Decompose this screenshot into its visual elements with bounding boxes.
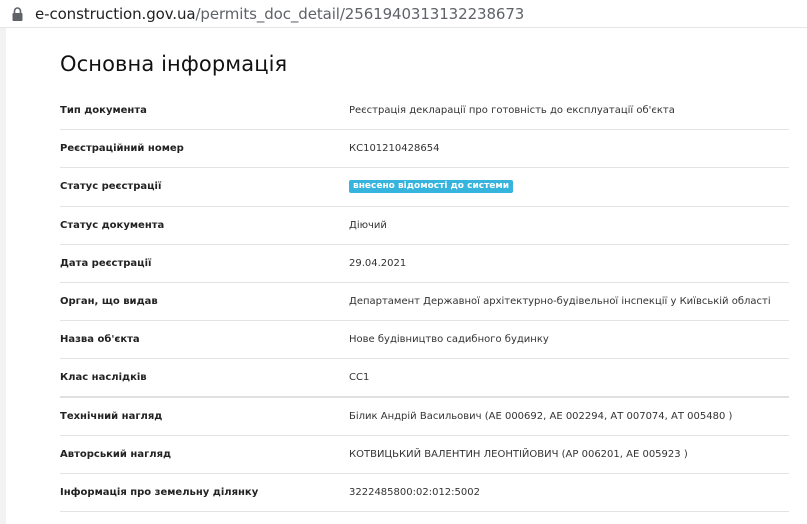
- page-background: Основна інформація Тип документа Реєстра…: [0, 28, 807, 524]
- url-path: /permits_doc_detail/2561940313132238673: [195, 4, 525, 23]
- row-registration-status: Статус реєстрації внесено відомості до с…: [60, 168, 789, 207]
- row-document-status: Статус документа Діючий: [60, 207, 789, 245]
- row-value: Реєстрація декларації про готовність до …: [349, 105, 675, 117]
- main-info-card: Основна інформація Тип документа Реєстра…: [6, 28, 807, 524]
- url-domain: e-construction.gov.ua: [35, 4, 196, 23]
- address-bar[interactable]: e-construction.gov.ua/permits_doc_detail…: [0, 0, 807, 28]
- info-table: Тип документа Реєстрація декларації про …: [60, 92, 789, 513]
- lock-icon[interactable]: [12, 6, 23, 21]
- row-value: внесено відомості до системи: [349, 180, 514, 194]
- row-registration-date: Дата реєстрації 29.04.2021: [60, 245, 789, 283]
- row-label: Дата реєстрації: [60, 257, 152, 269]
- section-title: Основна інформація: [60, 52, 288, 76]
- row-label: Назва об'єкта: [60, 334, 140, 346]
- row-object-name: Назва об'єкта Нове будівництво садибного…: [60, 321, 789, 360]
- row-value: Нове будівництво садибного будинку: [349, 334, 549, 346]
- row-document-type: Тип документа Реєстрація декларації про …: [60, 92, 789, 131]
- row-consequence-class: Клас наслідків СС1: [60, 359, 789, 398]
- row-label: Інформація про земельну ділянку: [60, 486, 259, 498]
- row-value: 29.04.2021: [349, 257, 407, 269]
- row-label: Реєстраційний номер: [60, 143, 184, 155]
- row-label: Тип документа: [60, 105, 147, 117]
- row-registration-number: Реєстраційний номер КС101210428654: [60, 130, 789, 169]
- row-label: Технічний нагляд: [60, 410, 163, 422]
- row-value: СС1: [349, 371, 370, 383]
- url-text[interactable]: e-construction.gov.ua/permits_doc_detail…: [35, 5, 524, 23]
- row-label: Орган, що видав: [60, 296, 158, 308]
- row-value: 3222485800:02:012:5002: [349, 486, 480, 498]
- row-label: Статус реєстрації: [60, 181, 162, 193]
- row-author-supervision: Авторський нагляд КОТВИЦЬКИЙ ВАЛЕНТИН ЛЕ…: [60, 436, 789, 474]
- row-technical-supervision: Технічний нагляд Білик Андрій Васильович…: [60, 398, 789, 436]
- row-label: Авторський нагляд: [60, 448, 172, 460]
- status-badge: внесено відомості до системи: [349, 180, 514, 194]
- row-issuing-authority: Орган, що видав Департамент Державної ар…: [60, 283, 789, 322]
- row-label: Клас наслідків: [60, 371, 147, 383]
- row-value: Департамент Державної архітектурно-будів…: [349, 296, 771, 308]
- row-land-plot-info: Інформація про земельну ділянку 32224858…: [60, 474, 789, 513]
- row-value: КОТВИЦЬКИЙ ВАЛЕНТИН ЛЕОНТІЙОВИЧ (АР 0062…: [349, 448, 688, 460]
- row-value: КС101210428654: [349, 143, 440, 155]
- row-value: Білик Андрій Васильович (АЕ 000692, АЕ 0…: [349, 410, 733, 422]
- row-label: Статус документа: [60, 219, 165, 231]
- row-value: Діючий: [349, 219, 387, 231]
